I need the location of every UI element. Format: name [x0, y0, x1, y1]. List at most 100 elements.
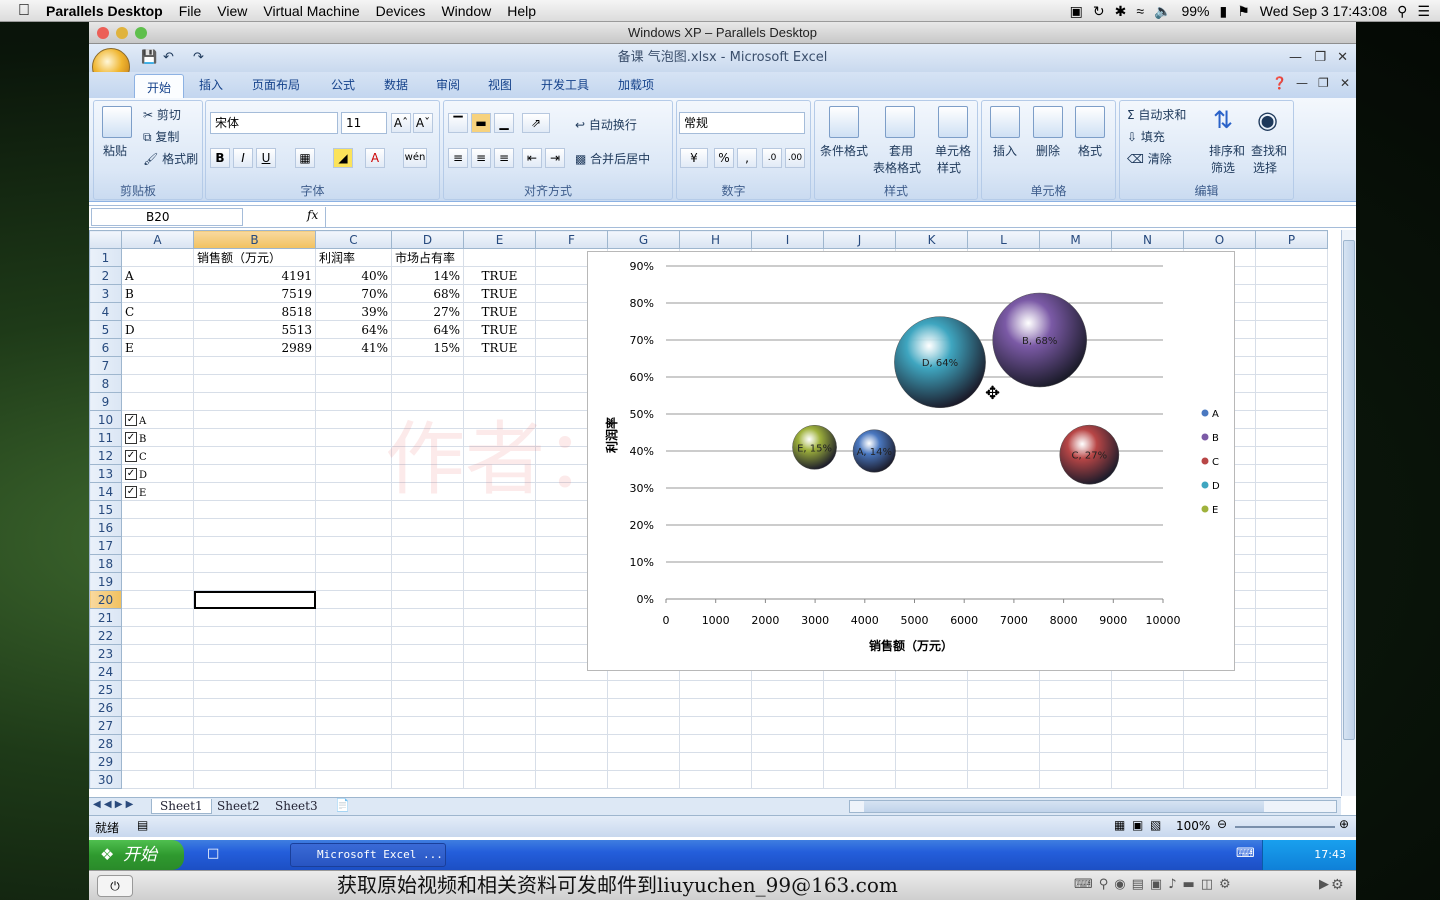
- tab-developer[interactable]: 开发工具: [541, 76, 589, 93]
- cell[interactable]: [1255, 356, 1328, 375]
- cell[interactable]: [391, 590, 464, 609]
- flag-icon[interactable]: ⚑: [1237, 3, 1250, 20]
- cell[interactable]: [823, 752, 896, 771]
- cell[interactable]: [391, 734, 464, 753]
- bubble-chart[interactable]: 0% 10% 20% 30% 40% 50% 60% 70% 80% 90% 0 1000 2000 3…: [587, 251, 1235, 671]
- cell[interactable]: [121, 698, 194, 717]
- minimize-icon[interactable]: —: [1289, 44, 1302, 72]
- select-all-corner[interactable]: [89, 230, 122, 249]
- cell[interactable]: 14%: [391, 266, 464, 285]
- tab-home[interactable]: 开始: [134, 74, 185, 98]
- cell[interactable]: [121, 518, 194, 537]
- cell[interactable]: [1255, 338, 1328, 357]
- menu-virtual-machine[interactable]: Virtual Machine: [255, 3, 367, 19]
- cell[interactable]: [463, 734, 536, 753]
- cell[interactable]: [315, 536, 392, 555]
- cell[interactable]: [679, 680, 752, 699]
- cell[interactable]: [315, 392, 392, 411]
- cell[interactable]: [1183, 698, 1256, 717]
- cell[interactable]: [463, 680, 536, 699]
- cell[interactable]: [1183, 752, 1256, 771]
- fill-button[interactable]: ⇩ 填充: [1127, 128, 1165, 145]
- cell[interactable]: [1255, 680, 1328, 699]
- cell[interactable]: [391, 662, 464, 681]
- decrease-indent-button[interactable]: ⇤: [522, 148, 542, 168]
- cell[interactable]: [315, 410, 392, 429]
- cell[interactable]: [967, 752, 1040, 771]
- cell[interactable]: [1255, 770, 1328, 789]
- cell[interactable]: [193, 356, 316, 375]
- cell[interactable]: [1255, 698, 1328, 717]
- row-header[interactable]: 1: [89, 248, 122, 267]
- cell[interactable]: ✓ D: [121, 464, 194, 483]
- cell[interactable]: [391, 374, 464, 393]
- zoom-window-button[interactable]: [135, 27, 147, 39]
- page-layout-view-icon[interactable]: ▣: [1132, 818, 1143, 832]
- camera-icon[interactable]: ▣: [1070, 3, 1083, 20]
- cell[interactable]: [193, 626, 316, 645]
- cell[interactable]: [607, 752, 680, 771]
- cell[interactable]: [895, 734, 968, 753]
- cell[interactable]: [315, 374, 392, 393]
- cell[interactable]: [463, 716, 536, 735]
- cell[interactable]: [1039, 716, 1112, 735]
- conditional-format-button[interactable]: 条件格式: [820, 142, 868, 159]
- merge-center-button[interactable]: ▩ 合并后居中: [575, 150, 650, 167]
- row-header[interactable]: 8: [89, 374, 122, 393]
- menu-view[interactable]: View: [209, 3, 255, 19]
- forward-icon[interactable]: ▶: [1319, 877, 1329, 892]
- cell[interactable]: [463, 770, 536, 789]
- device-icons[interactable]: ⌨⚲◉▤▣♪▬◫⚙: [1074, 877, 1237, 892]
- cell[interactable]: [315, 716, 392, 735]
- cell[interactable]: [751, 734, 824, 753]
- cell[interactable]: [193, 374, 316, 393]
- cell[interactable]: [391, 572, 464, 591]
- cell[interactable]: 7519: [193, 284, 316, 303]
- cell[interactable]: B: [121, 284, 194, 303]
- align-center-button[interactable]: ≡: [471, 148, 491, 168]
- cell[interactable]: [535, 698, 608, 717]
- cell[interactable]: [193, 680, 316, 699]
- row-header[interactable]: 18: [89, 554, 122, 573]
- cell[interactable]: [391, 446, 464, 465]
- cell[interactable]: [121, 626, 194, 645]
- row-header[interactable]: 12: [89, 446, 122, 465]
- cell[interactable]: [751, 752, 824, 771]
- column-header[interactable]: M: [1039, 230, 1112, 249]
- cell[interactable]: [315, 680, 392, 699]
- cell[interactable]: [1039, 752, 1112, 771]
- cell[interactable]: [463, 356, 536, 375]
- cell[interactable]: 销售额（万元）: [193, 248, 316, 267]
- row-header[interactable]: 19: [89, 572, 122, 591]
- checkbox[interactable]: ✓: [125, 432, 137, 444]
- list-icon[interactable]: ☰: [1417, 3, 1430, 20]
- cell[interactable]: [121, 590, 194, 609]
- row-header[interactable]: 20: [89, 590, 122, 609]
- cell[interactable]: [391, 518, 464, 537]
- cell[interactable]: [1255, 536, 1328, 555]
- cell[interactable]: ✓ C: [121, 446, 194, 465]
- column-header[interactable]: O: [1183, 230, 1256, 249]
- cell[interactable]: [193, 392, 316, 411]
- cell[interactable]: [751, 698, 824, 717]
- cell[interactable]: [315, 500, 392, 519]
- cell[interactable]: 利润率: [315, 248, 392, 267]
- cell[interactable]: [391, 554, 464, 573]
- cell[interactable]: [193, 536, 316, 555]
- increase-indent-button[interactable]: ⇥: [545, 148, 565, 168]
- fill-color-button[interactable]: ◢: [333, 148, 353, 168]
- cell[interactable]: [463, 410, 536, 429]
- paste-button[interactable]: 粘贴: [103, 142, 127, 159]
- cell[interactable]: [1255, 590, 1328, 609]
- cell[interactable]: 2989: [193, 338, 316, 357]
- cell[interactable]: [391, 752, 464, 771]
- cell[interactable]: [315, 572, 392, 591]
- row-header[interactable]: 13: [89, 464, 122, 483]
- cell[interactable]: [1255, 392, 1328, 411]
- cell[interactable]: [967, 770, 1040, 789]
- cell[interactable]: [463, 698, 536, 717]
- cell[interactable]: [463, 752, 536, 771]
- cell[interactable]: [679, 734, 752, 753]
- cell[interactable]: [193, 608, 316, 627]
- cell[interactable]: [823, 770, 896, 789]
